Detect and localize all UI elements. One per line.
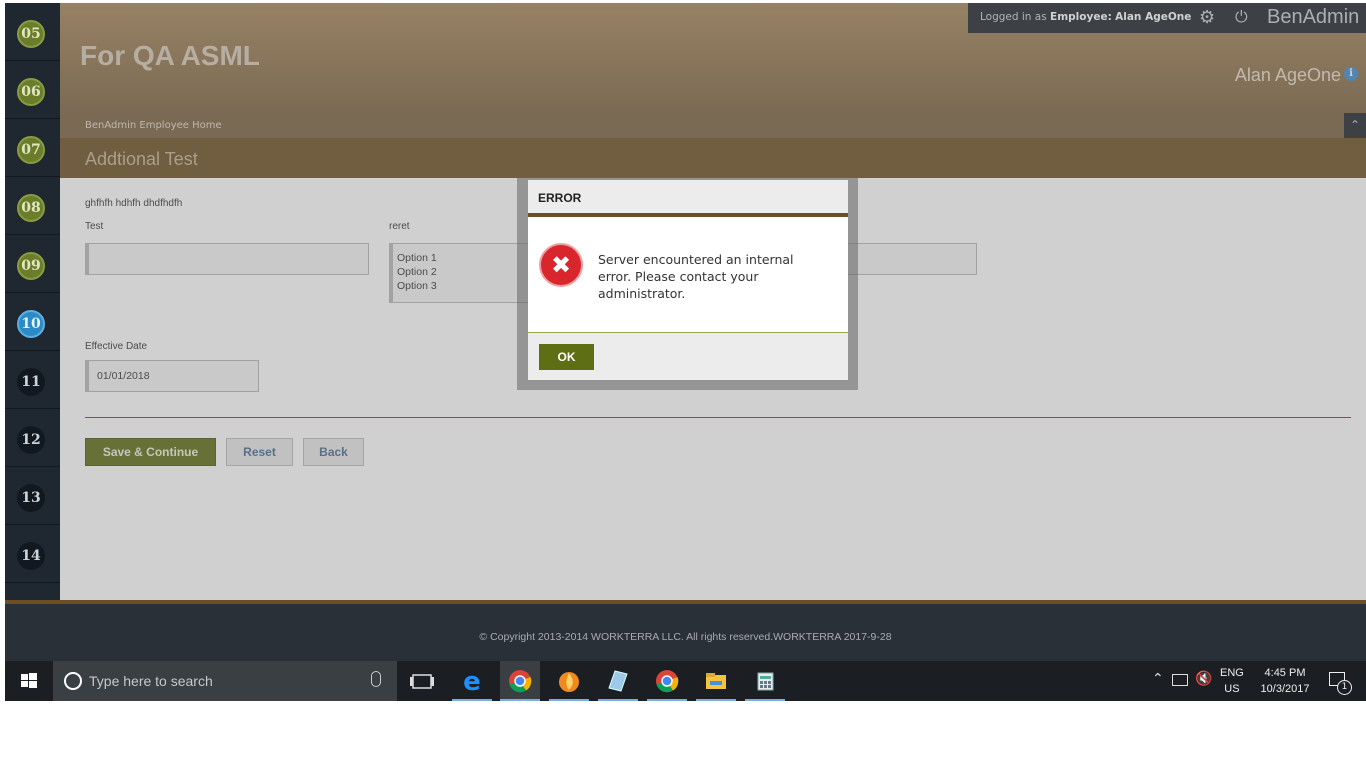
step-number: 13 [17,484,45,512]
svg-text:e: e [463,667,481,697]
step-number: 11 [17,368,45,396]
search-placeholder: Type here to search [89,673,213,689]
chrome-icon[interactable] [500,661,540,701]
step-item[interactable]: 10 [5,293,60,351]
cortana-icon [64,672,82,690]
step-item[interactable]: 12 [5,409,60,467]
language-indicator[interactable]: ENG US [1220,665,1244,697]
copyright-text: © Copyright 2013-2014 WORKTERRA LLC. All… [479,631,892,643]
taskbar-search[interactable]: Type here to search [53,661,397,701]
windows-logo-icon [21,673,37,688]
notes-app-icon[interactable] [598,661,638,701]
step-number: 06 [17,78,45,106]
step-rail: 05 06 07 08 09 10 11 12 13 14 [5,3,60,600]
step-item[interactable]: 11 [5,351,60,409]
lang-code: ENG [1220,667,1244,679]
footer: © Copyright 2013-2014 WORKTERRA LLC. All… [5,604,1366,661]
tray-expand-icon[interactable]: ⌃ [1152,671,1164,687]
step-number: 05 [17,20,45,48]
chrome-icon-2[interactable] [647,661,687,701]
screen: 05 06 07 08 09 10 11 12 13 14 For QA ASML Logged … [5,3,1366,701]
step-number: 10 [17,310,45,338]
error-icon: ✖ [539,243,583,287]
edge-icon[interactable]: e [452,661,492,701]
network-icon[interactable] [1172,674,1188,686]
notification-badge: 1 [1337,680,1352,695]
step-number: 08 [17,194,45,222]
step-item[interactable]: 08 [5,177,60,235]
step-item[interactable]: 05 [5,3,60,61]
calculator-app-icon[interactable] [745,661,785,701]
microphone-icon[interactable] [371,671,381,687]
step-item[interactable]: 14 [5,525,60,583]
step-item[interactable]: 07 [5,119,60,177]
taskbar: Type here to search e ⌃ 🔇 ENG US 4:45 PM… [5,661,1366,701]
file-explorer-icon[interactable] [696,661,736,701]
dialog-message: Server encountered an internal error. Pl… [598,252,794,301]
step-number: 12 [17,426,45,454]
error-dialog: ERROR ✖ Server encountered an internal e… [528,180,848,380]
dialog-title: ERROR [538,191,582,205]
clock-time: 4:45 PM [1264,667,1306,679]
step-item[interactable]: 09 [5,235,60,293]
flame-app-icon[interactable] [549,661,589,701]
windows-start-button[interactable] [5,661,53,701]
task-view-icon[interactable] [402,661,442,701]
clock-date: 10/3/2017 [1260,683,1310,695]
dialog-header: ERROR [528,180,848,217]
dialog-footer: OK [528,332,848,380]
region-code: US [1224,683,1240,695]
step-number: 14 [17,542,45,570]
step-item[interactable]: 06 [5,61,60,119]
ok-button[interactable]: OK [539,344,594,370]
step-number: 07 [17,136,45,164]
volume-mute-icon[interactable]: 🔇 [1195,671,1212,687]
clock[interactable]: 4:45 PM 10/3/2017 [1255,665,1315,697]
step-item[interactable]: 13 [5,467,60,525]
step-number: 09 [17,252,45,280]
